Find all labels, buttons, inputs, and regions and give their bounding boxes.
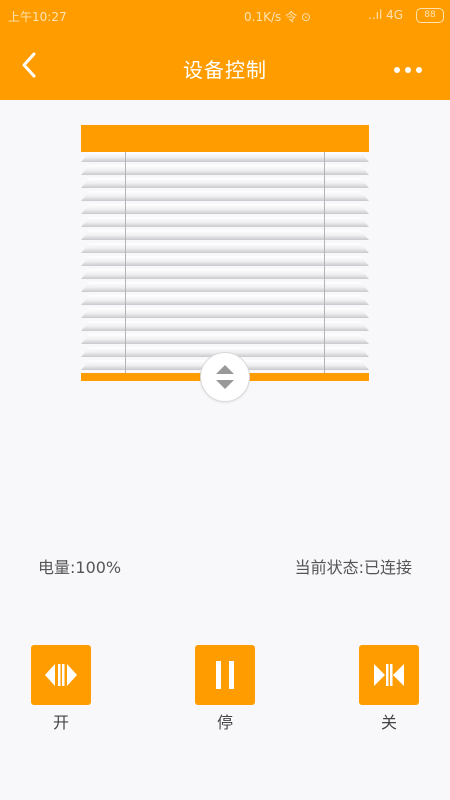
dot-icon	[405, 67, 411, 73]
status-network-speed: 0.1K/s 令 ⊙	[244, 10, 311, 24]
connection-status-text: 当前状态:已连接	[294, 558, 412, 577]
close-arrows-icon	[374, 664, 404, 686]
blind-drag-handle[interactable]	[200, 352, 250, 402]
open-button[interactable]	[31, 645, 91, 705]
blind-headrail	[81, 125, 369, 152]
status-bar: 上午10:27 0.1K/s 令 ⊙ ..ıl 4G 88	[0, 0, 450, 30]
dot-icon	[416, 67, 422, 73]
app-bar: 设备控制	[0, 30, 450, 100]
blind-cord	[324, 152, 325, 373]
pause-icon	[216, 661, 234, 689]
page-title: 设备控制	[183, 58, 267, 82]
blind-cord	[125, 152, 126, 373]
open-label: 开	[52, 713, 69, 732]
open-arrows-icon	[45, 664, 77, 686]
battery-level-text: 电量:100%	[38, 558, 122, 577]
window-blind-visual	[81, 125, 369, 381]
close-label: 关	[380, 713, 397, 732]
stop-label: 停	[216, 713, 233, 732]
more-menu-button[interactable]	[394, 58, 434, 74]
stop-button[interactable]	[195, 645, 255, 705]
status-signal: ..ıl 4G	[368, 8, 404, 22]
status-battery: 88	[416, 8, 444, 23]
dot-icon	[394, 67, 400, 73]
status-time: 上午10:27	[8, 10, 67, 24]
up-down-arrows-icon	[216, 365, 234, 389]
close-button[interactable]	[359, 645, 419, 705]
